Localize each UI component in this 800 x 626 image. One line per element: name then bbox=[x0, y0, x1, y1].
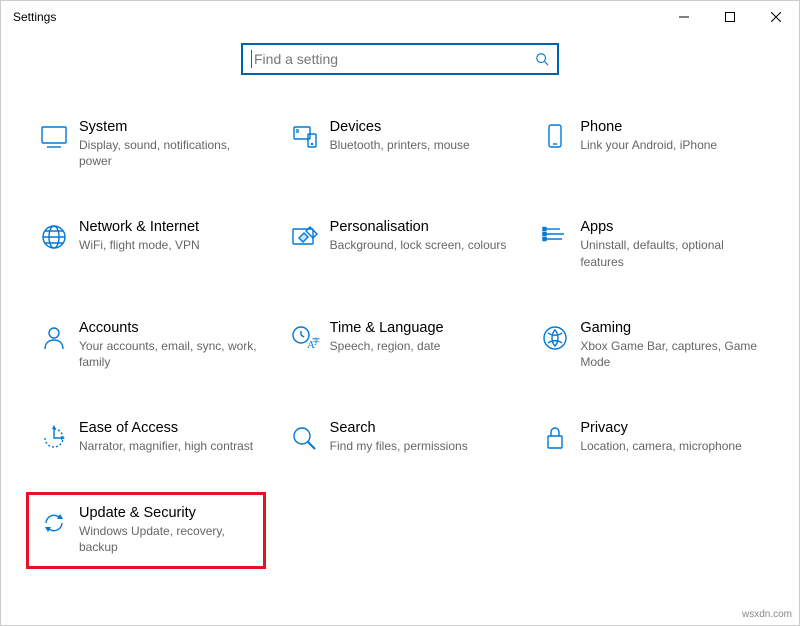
item-desc: Display, sound, notifications, power bbox=[79, 137, 258, 169]
globe-icon bbox=[33, 219, 75, 255]
settings-grid-last-row: Update & Security Windows Update, recove… bbox=[1, 492, 799, 568]
item-desc: Uninstall, defaults, optional features bbox=[580, 237, 759, 269]
minimize-button[interactable] bbox=[661, 1, 707, 33]
item-title: System bbox=[79, 119, 258, 135]
item-desc: Speech, region, date bbox=[330, 338, 444, 354]
watermark: wsxdn.com bbox=[739, 608, 795, 621]
item-desc: Find my files, permissions bbox=[330, 438, 468, 454]
settings-item-time-language[interactable]: A字 Time & Language Speech, region, date bbox=[280, 316, 521, 374]
item-desc: WiFi, flight mode, VPN bbox=[79, 237, 200, 253]
search-container bbox=[1, 43, 799, 75]
item-desc: Xbox Game Bar, captures, Game Mode bbox=[580, 338, 759, 370]
settings-item-personalisation[interactable]: Personalisation Background, lock screen,… bbox=[280, 215, 521, 273]
phone-icon bbox=[534, 119, 576, 155]
item-title: Time & Language bbox=[330, 320, 444, 336]
magnifier-icon bbox=[284, 420, 326, 456]
text-cursor bbox=[251, 50, 252, 68]
settings-item-ease-of-access[interactable]: Ease of Access Narrator, magnifier, high… bbox=[29, 416, 270, 460]
update-icon bbox=[33, 505, 75, 541]
item-title: Personalisation bbox=[330, 219, 507, 235]
search-icon bbox=[535, 52, 549, 66]
item-title: Apps bbox=[580, 219, 759, 235]
item-title: Accounts bbox=[79, 320, 258, 336]
settings-item-devices[interactable]: Devices Bluetooth, printers, mouse bbox=[280, 115, 521, 173]
item-title: Update & Security bbox=[79, 505, 251, 521]
item-desc: Location, camera, microphone bbox=[580, 438, 741, 454]
settings-item-network[interactable]: Network & Internet WiFi, flight mode, VP… bbox=[29, 215, 270, 273]
settings-item-apps[interactable]: Apps Uninstall, defaults, optional featu… bbox=[530, 215, 771, 273]
item-desc: Your accounts, email, sync, work, family bbox=[79, 338, 258, 370]
item-desc: Bluetooth, printers, mouse bbox=[330, 137, 470, 153]
gaming-icon bbox=[534, 320, 576, 356]
item-desc: Background, lock screen, colours bbox=[330, 237, 507, 253]
item-title: Network & Internet bbox=[79, 219, 200, 235]
settings-item-search[interactable]: Search Find my files, permissions bbox=[280, 416, 521, 460]
item-title: Devices bbox=[330, 119, 470, 135]
settings-grid: System Display, sound, notifications, po… bbox=[1, 115, 799, 460]
search-box[interactable] bbox=[241, 43, 559, 75]
titlebar: Settings bbox=[1, 1, 799, 33]
system-icon bbox=[33, 119, 75, 155]
ease-of-access-icon bbox=[33, 420, 75, 456]
item-title: Phone bbox=[580, 119, 717, 135]
time-language-icon: A字 bbox=[284, 320, 326, 356]
settings-item-accounts[interactable]: Accounts Your accounts, email, sync, wor… bbox=[29, 316, 270, 374]
maximize-button[interactable] bbox=[707, 1, 753, 33]
settings-item-privacy[interactable]: Privacy Location, camera, microphone bbox=[530, 416, 771, 460]
apps-icon bbox=[534, 219, 576, 255]
item-desc: Windows Update, recovery, backup bbox=[79, 523, 251, 555]
item-desc: Link your Android, iPhone bbox=[580, 137, 717, 153]
search-input[interactable] bbox=[254, 51, 535, 67]
close-icon bbox=[771, 12, 781, 22]
item-desc: Narrator, magnifier, high contrast bbox=[79, 438, 253, 454]
window-title: Settings bbox=[13, 10, 56, 24]
paintbrush-icon bbox=[284, 219, 326, 255]
maximize-icon bbox=[725, 12, 735, 22]
settings-item-system[interactable]: System Display, sound, notifications, po… bbox=[29, 115, 270, 173]
titlebar-controls bbox=[661, 1, 799, 33]
person-icon bbox=[33, 320, 75, 356]
lock-icon bbox=[534, 420, 576, 456]
settings-item-phone[interactable]: Phone Link your Android, iPhone bbox=[530, 115, 771, 173]
devices-icon bbox=[284, 119, 326, 155]
item-title: Privacy bbox=[580, 420, 741, 436]
svg-text:字: 字 bbox=[312, 336, 320, 346]
item-title: Ease of Access bbox=[79, 420, 253, 436]
item-title: Search bbox=[330, 420, 468, 436]
close-button[interactable] bbox=[753, 1, 799, 33]
settings-item-gaming[interactable]: Gaming Xbox Game Bar, captures, Game Mod… bbox=[530, 316, 771, 374]
minimize-icon bbox=[679, 12, 689, 22]
item-title: Gaming bbox=[580, 320, 759, 336]
settings-item-update-security[interactable]: Update & Security Windows Update, recove… bbox=[26, 492, 266, 568]
